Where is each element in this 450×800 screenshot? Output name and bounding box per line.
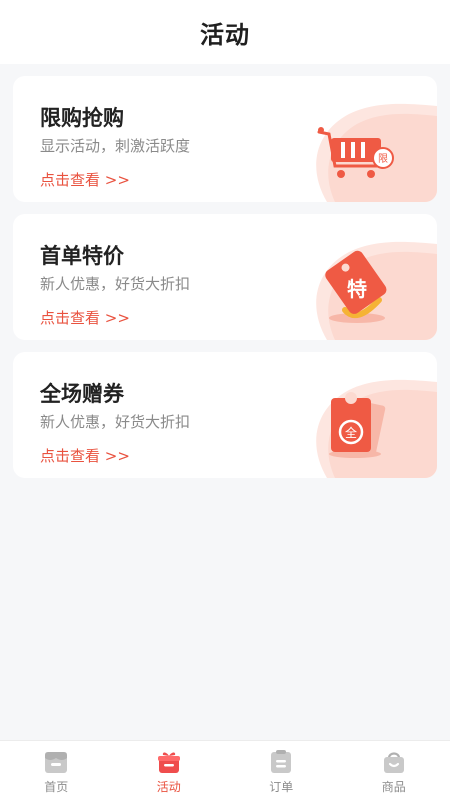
home-store-icon [45,751,68,773]
activity-card-first-order[interactable]: 首单特价 新人优惠，好货大折扣 点击查看 >> 特 [13,214,437,340]
tab-orders[interactable]: 订单 [225,741,338,800]
view-details-link[interactable]: 点击查看 >> [40,169,130,190]
card-subtitle: 新人优惠，好货大折扣 [40,275,191,293]
view-details-link[interactable]: 点击查看 >> [40,307,130,328]
clipboard-icon [271,749,292,773]
cart-limited-icon: 限 [316,103,437,202]
card-title: 全场赠券 [40,382,124,406]
gift-icon [157,752,180,773]
svg-text:全: 全 [345,425,357,440]
svg-text:限: 限 [378,153,388,165]
card-title: 首单特价 [40,244,124,268]
svg-text:特: 特 [347,277,367,301]
activity-card-coupons[interactable]: 全场赠券 新人优惠，好货大折扣 点击查看 >> 全 [13,352,437,478]
tab-label: 商品 [381,779,406,794]
page-header: 活动 [0,0,450,64]
coupon-ticket-icon: 全 [316,379,437,478]
card-subtitle: 显示活动，刺激活跃度 [40,137,191,155]
card-title: 限购抢购 [40,106,124,130]
view-details-link[interactable]: 点击查看 >> [40,445,130,466]
special-price-tag-icon: 特 [316,241,437,340]
page-title: 活动 [200,20,250,49]
tab-home[interactable]: 首页 [0,741,113,800]
tab-label: 订单 [269,779,294,794]
card-subtitle: 新人优惠，好货大折扣 [40,413,191,431]
activity-card-flash-sale[interactable]: 限购抢购 显示活动，刺激活跃度 点击查看 >> 限 [13,76,437,202]
tab-products[interactable]: 商品 [338,741,450,800]
tab-label: 活动 [156,779,181,794]
shopping-bag-icon [383,751,404,773]
tab-label: 首页 [44,779,69,794]
tab-activity[interactable]: 活动 [113,741,226,800]
bottom-tab-bar: 首页 活动 订单 商品 [0,740,450,800]
